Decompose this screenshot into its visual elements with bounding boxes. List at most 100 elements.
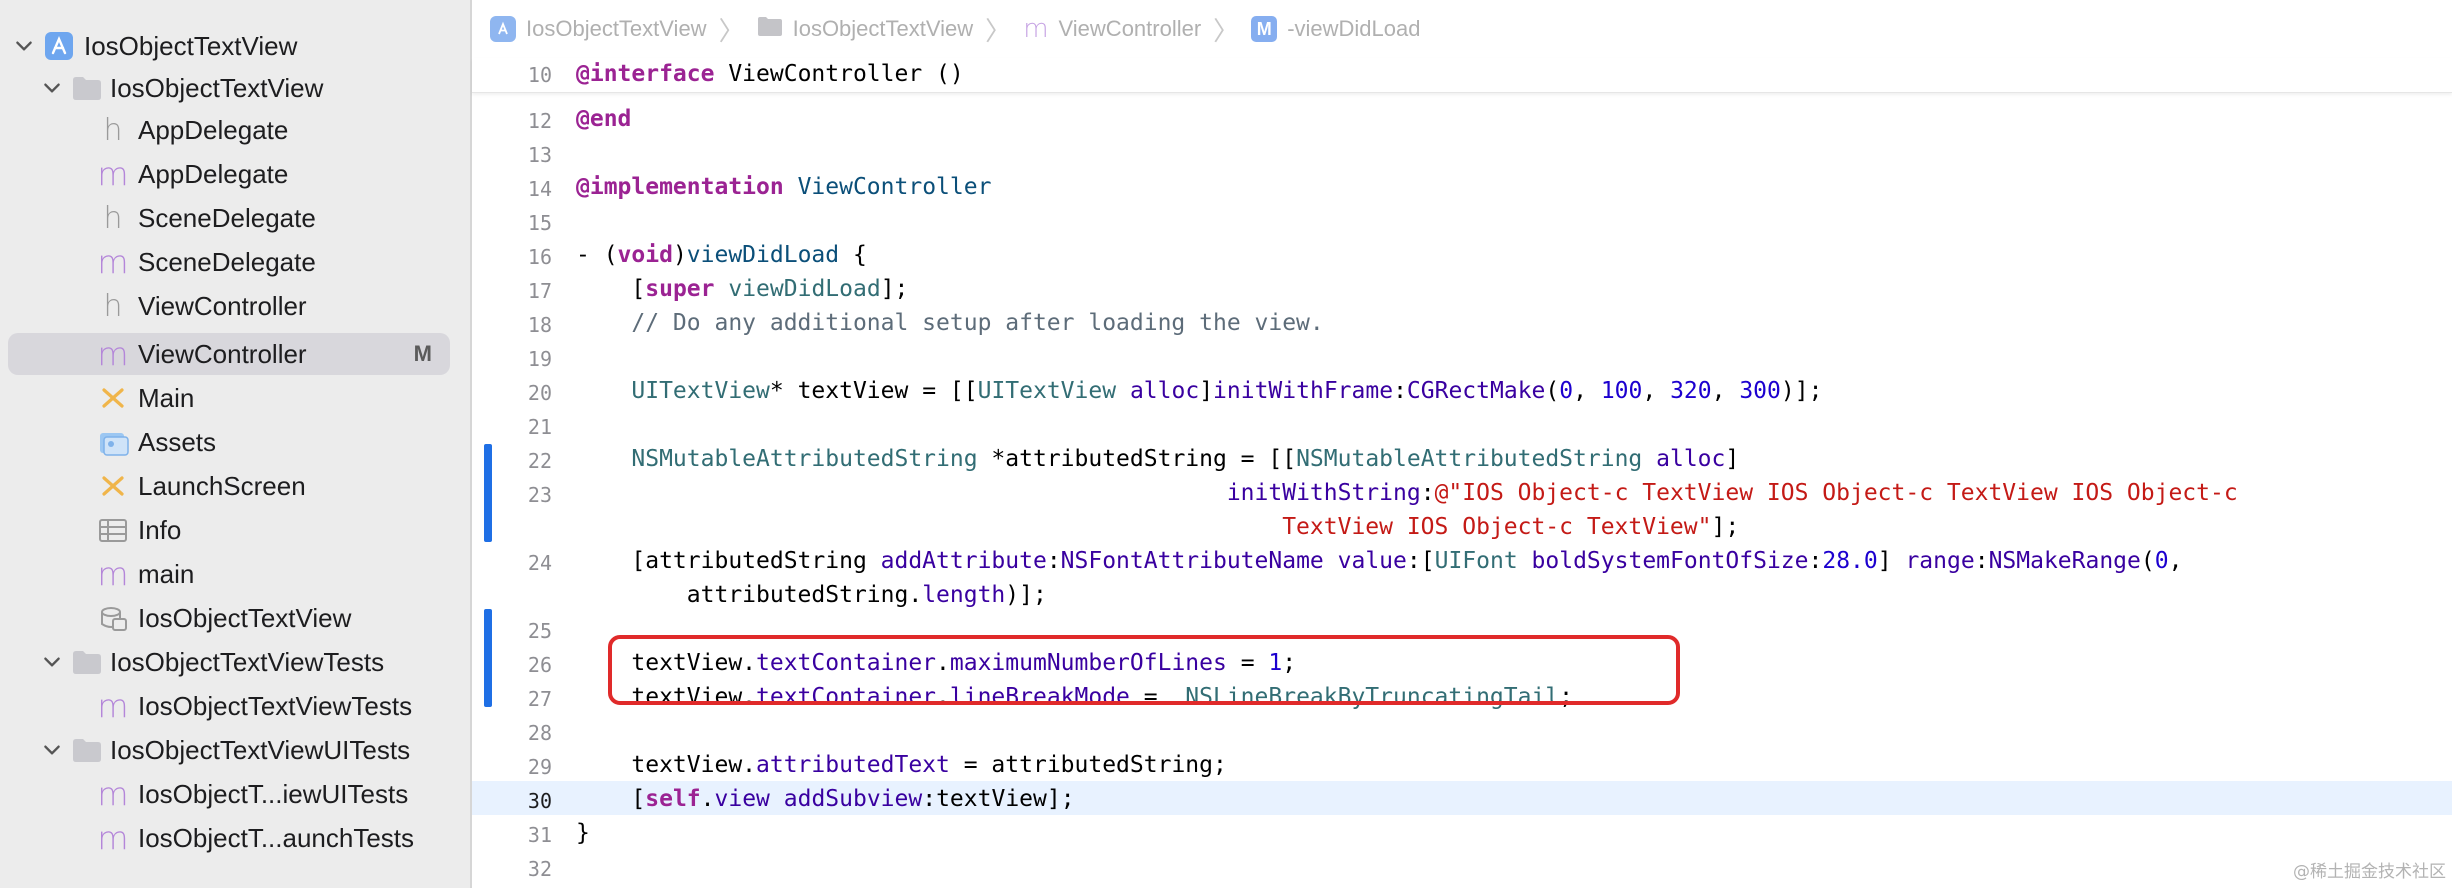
line-number: 10 (527, 63, 552, 87)
folder-icon (70, 733, 104, 767)
chevron-right-icon: 〉 (1213, 15, 1240, 46)
line-number: 28 (527, 721, 552, 745)
sticky-scope-header: 10 @interface ViewController () (472, 58, 2452, 93)
folder-icon (70, 645, 104, 679)
file-row[interactable]: h ViewController (8, 285, 450, 327)
jumpbar-group[interactable]: IosObjectTextView (757, 15, 974, 43)
file-label: ViewController (138, 290, 307, 321)
chevron-down-icon[interactable] (40, 650, 64, 674)
file-label: Assets (138, 426, 217, 457)
code-line-wrap: TextView IOS Object-c TextView"]; (576, 514, 1740, 540)
folder-icon (757, 15, 783, 43)
jumpbar-label: IosObjectTextView (792, 16, 974, 41)
line-number: 14 (527, 177, 552, 201)
chevron-down-icon[interactable] (40, 738, 64, 762)
method-icon: M (1251, 16, 1278, 42)
jumpbar-file[interactable]: m ViewController (1023, 16, 1201, 42)
group-label: IosObjectTextViewUITests (110, 734, 411, 765)
implementation-file-icon: m (97, 335, 129, 373)
file-row[interactable]: m SceneDelegate (8, 241, 450, 283)
tree-project-root[interactable]: IosObjectTextView (8, 25, 450, 67)
file-row[interactable]: Info (8, 509, 450, 551)
line-number: 29 (527, 755, 552, 779)
file-label: IosObjectTextViewTests (138, 690, 413, 721)
group-label: IosObjectTextView (110, 72, 324, 103)
annotation-highlight-box (608, 635, 1680, 705)
code-line: } (576, 820, 590, 846)
storyboard-icon (96, 381, 130, 415)
file-row[interactable]: m IosObjectTextViewTests (8, 685, 450, 727)
code-line: NSMutableAttributedString *attributedStr… (631, 446, 1740, 472)
file-row[interactable]: h SceneDelegate (8, 197, 450, 239)
file-label: main (138, 558, 195, 589)
group-label: IosObjectTextViewTests (110, 646, 385, 677)
assets-icon (96, 425, 130, 459)
project-label: IosObjectTextView (84, 30, 298, 61)
file-row[interactable]: Assets (8, 421, 450, 463)
chevron-right-icon: 〉 (985, 15, 1012, 46)
source-editor[interactable]: 10 @interface ViewController () 12 @end … (472, 58, 2452, 888)
file-label: LaunchScreen (138, 470, 306, 501)
line-number: 16 (527, 245, 552, 269)
storyboard-icon (96, 469, 130, 503)
project-navigator: IosObjectTextView IosObjectTextView h Ap… (0, 0, 472, 888)
file-label: SceneDelegate (138, 246, 316, 277)
chevron-right-icon: 〉 (718, 15, 745, 46)
code-line: [attributedString addAttribute:NSFontAtt… (576, 548, 2183, 574)
code-line: @end (576, 106, 632, 132)
line-number: 31 (527, 823, 552, 847)
tree-group-uitests[interactable]: IosObjectTextViewUITests (8, 729, 450, 771)
line-number: 15 (527, 211, 552, 235)
code-line: @interface ViewController () (576, 61, 964, 87)
header-file-icon: h (103, 112, 123, 148)
file-row-selected[interactable]: m ViewController M (8, 333, 450, 375)
line-number: 32 (527, 857, 552, 881)
jumpbar-method[interactable]: M -viewDidLoad (1251, 16, 1420, 42)
line-number: 24 (527, 551, 552, 575)
line-number: 23 (527, 483, 552, 507)
datamodel-icon (96, 601, 130, 635)
tree-group-main[interactable]: IosObjectTextView (8, 67, 450, 109)
line-number: 21 (527, 415, 552, 439)
code-line: [super viewDidLoad]; (576, 276, 909, 302)
file-row[interactable]: m AppDelegate (8, 153, 450, 195)
code-line-current: [self.view addSubview:textView]; (576, 786, 1075, 812)
file-row[interactable]: IosObjectTextView (8, 597, 450, 639)
line-number: 26 (527, 653, 552, 677)
file-label: IosObjectT...iewUITests (138, 778, 409, 809)
xcode-project-icon (42, 29, 76, 63)
implementation-file-icon: m (97, 155, 129, 193)
file-row[interactable]: m main (8, 553, 450, 595)
line-number: 12 (527, 109, 552, 133)
file-label: AppDelegate (138, 114, 289, 145)
header-file-icon: h (103, 200, 123, 236)
file-row[interactable]: h AppDelegate (8, 109, 450, 151)
file-row[interactable]: Main (8, 377, 450, 419)
file-label: IosObjectTextView (138, 602, 352, 633)
folder-icon (70, 71, 104, 105)
chevron-down-icon[interactable] (12, 34, 36, 58)
tree-group-tests[interactable]: IosObjectTextViewTests (8, 641, 450, 683)
jumpbar-label: ViewController (1058, 16, 1202, 41)
line-number: 22 (527, 449, 552, 473)
file-label: Info (138, 514, 182, 545)
file-label: ViewController (138, 338, 307, 369)
code-line: - (void)viewDidLoad { (576, 242, 867, 268)
file-row[interactable]: LaunchScreen (8, 465, 450, 507)
file-row[interactable]: m IosObjectT...aunchTests (8, 817, 450, 859)
file-row[interactable]: m IosObjectT...iewUITests (8, 773, 450, 815)
jumpbar-project[interactable]: IosObjectTextView (490, 16, 707, 42)
implementation-file-icon: m (97, 775, 129, 813)
line-number: 18 (527, 313, 552, 337)
line-number-current: 30 (527, 789, 552, 813)
implementation-file-icon: m (97, 687, 129, 725)
line-number: 13 (527, 143, 552, 167)
chevron-down-icon[interactable] (40, 76, 64, 100)
header-file-icon: h (103, 288, 123, 324)
file-label: SceneDelegate (138, 202, 316, 233)
jumpbar-label: -viewDidLoad (1287, 16, 1421, 41)
file-label: Main (138, 382, 195, 413)
jumpbar-label: IosObjectTextView (526, 16, 707, 41)
line-number: 27 (527, 687, 552, 711)
line-number: 25 (527, 619, 552, 643)
